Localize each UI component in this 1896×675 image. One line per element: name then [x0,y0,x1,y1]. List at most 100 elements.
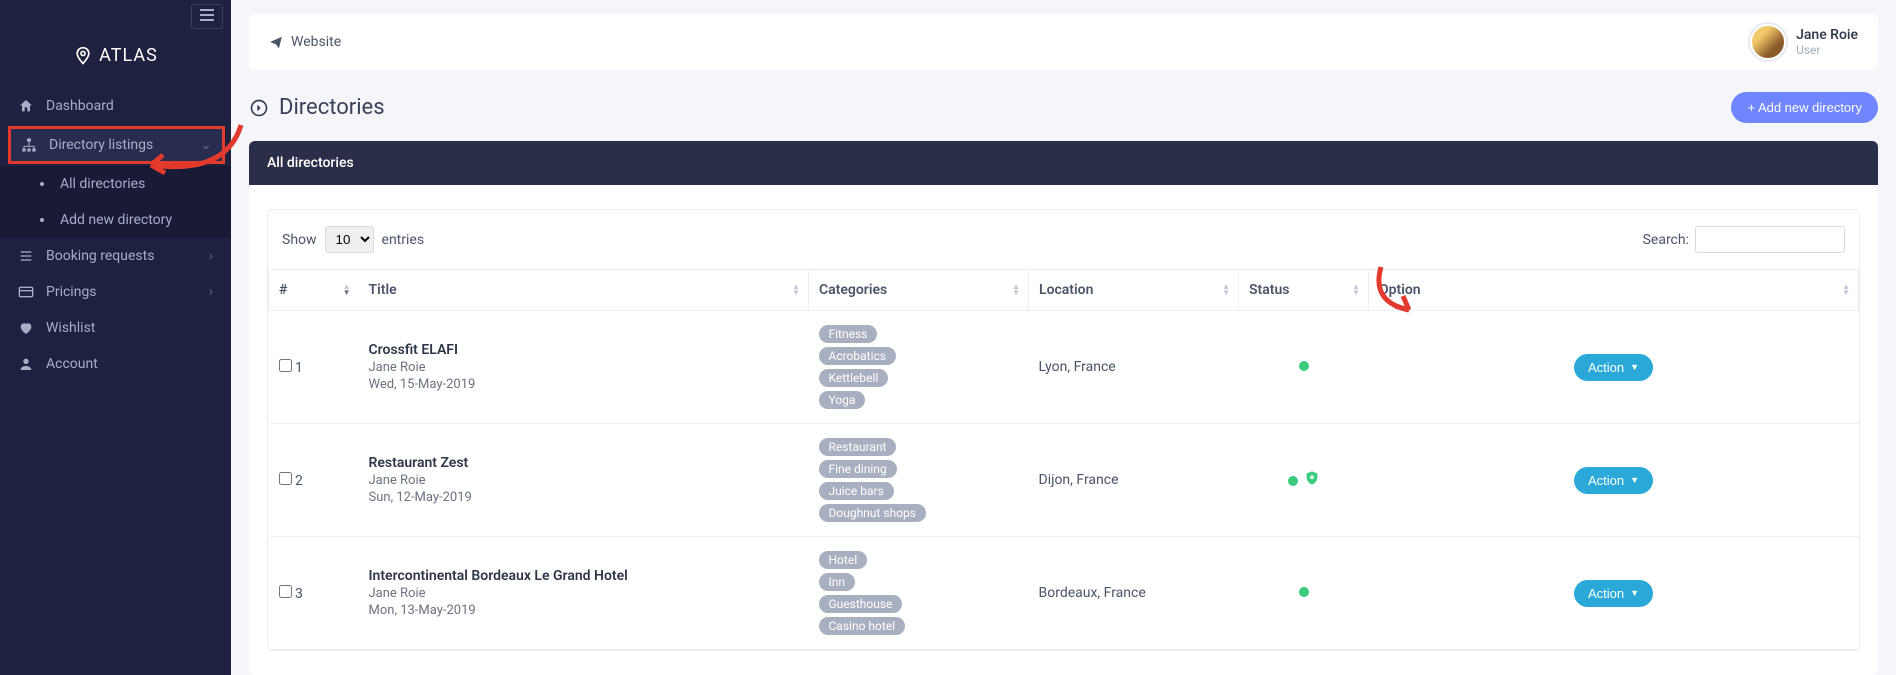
caret-down-icon: ▼ [1630,362,1639,372]
sidebar-item-label: Booking requests [46,248,154,264]
category-tag[interactable]: Yoga [819,391,866,409]
row-number: 3 [295,586,303,602]
chevron-down-icon: ⌄ [200,137,212,153]
row-title[interactable]: Crossfit ELAFI [369,342,799,358]
sidebar-subitem-add-new-directory[interactable]: Add new directory [0,202,231,238]
sidebar-item-account[interactable]: Account [0,346,231,382]
heart-icon [18,320,34,336]
card-header: All directories [249,141,1878,185]
chevron-right-icon: › [209,284,213,300]
bullet-icon [40,182,44,186]
sidebar-item-wishlist[interactable]: Wishlist [0,310,231,346]
column-header-title[interactable]: Title▲▼ [359,270,809,311]
sidebar-item-dashboard[interactable]: Dashboard [0,88,231,124]
table-row: 1Crossfit ELAFIJane RoieWed, 15-May-2019… [269,311,1859,424]
category-tag[interactable]: Fine dining [819,460,897,478]
category-tag[interactable]: Fitness [819,325,878,343]
profile-role: User [1796,43,1858,57]
caret-down-icon: ▼ [1630,588,1639,598]
entries-label: entries [382,232,425,248]
sidebar: ATLAS Dashboard Directory listings ⌄ All… [0,0,231,675]
row-title[interactable]: Intercontinental Bordeaux Le Grand Hotel [369,568,799,584]
sidebar-item-label: Account [46,356,98,372]
hamburger-icon [200,9,214,21]
category-tag[interactable]: Restaurant [819,438,897,456]
chevron-right-icon: › [209,248,213,264]
add-new-directory-button[interactable]: + Add new directory [1731,92,1878,123]
table-row: 2Restaurant ZestJane RoieSun, 12-May-201… [269,424,1859,537]
search-input[interactable] [1695,226,1845,253]
row-date: Wed, 15-May-2019 [369,377,799,392]
sidebar-item-label: Pricings [46,284,97,300]
column-header-categories[interactable]: Categories▲▼ [809,270,1029,311]
topbar: Website Jane Roie User [249,14,1878,70]
row-date: Mon, 13-May-2019 [369,603,799,618]
column-header-location[interactable]: Location▲▼ [1029,270,1239,311]
nav-list: Dashboard Directory listings ⌄ All direc… [0,88,231,382]
sidebar-toggle-button[interactable] [191,4,223,29]
table-row: 3 Intercontinental Bordeaux Le Grand Hote… [269,537,1859,650]
status-active-icon [1299,587,1309,597]
sidebar-subitem-label: All directories [60,176,145,192]
caret-down-icon: ▼ [1630,475,1639,485]
row-location: Dijon, France [1029,424,1239,537]
row-number: 2 [295,473,303,489]
row-checkbox[interactable] [279,472,292,485]
featured-shield-icon [1304,470,1320,486]
show-label: Show [282,232,317,248]
category-tag[interactable]: Doughnut shops [819,504,926,522]
user-icon [18,356,34,372]
row-checkbox[interactable] [279,359,292,372]
row-user: Jane Roie [369,586,799,601]
directories-table: #▲▼ Title▲▼ Categories▲▼ Location▲▼ Stat… [268,269,1859,650]
category-tag[interactable]: Kettlebell [819,369,889,387]
card-icon [18,284,34,300]
row-title[interactable]: Restaurant Zest [369,455,799,471]
category-tag[interactable]: Acrobatics [819,347,897,365]
entries-length: Show 10 entries [282,226,424,253]
sidebar-item-directory-listings[interactable]: Directory listings ⌄ [8,126,225,164]
category-tag[interactable]: Hotel [819,551,868,569]
row-location: Bordeaux, France [1029,537,1239,650]
avatar [1750,24,1786,60]
category-tag[interactable]: Juice bars [819,482,894,500]
category-tag[interactable]: Guesthouse [819,595,903,613]
page-size-select[interactable]: 10 [325,226,374,253]
sidebar-subitem-label: Add new directory [60,212,172,228]
action-dropdown-button[interactable]: Action▼ [1574,467,1653,494]
sidebar-item-label: Dashboard [46,98,114,114]
sidebar-subitem-all-directories[interactable]: All directories [0,166,231,202]
page-title: Directories [249,95,385,120]
status-active-icon [1299,361,1309,371]
sidebar-item-label: Wishlist [46,320,95,336]
arrow-circle-right-icon [249,98,269,118]
sitemap-icon [21,137,37,153]
brand[interactable]: ATLAS [0,29,231,88]
row-user: Jane Roie [369,473,799,488]
paper-plane-icon [269,35,283,49]
column-header-num[interactable]: #▲▼ [269,270,359,311]
sidebar-item-pricings[interactable]: Pricings › [0,274,231,310]
column-header-status[interactable]: Status▲▼ [1239,270,1369,311]
website-link[interactable]: Website [269,34,341,50]
profile-menu[interactable]: Jane Roie User [1750,24,1858,60]
row-location: Lyon, France [1029,311,1239,424]
action-dropdown-button[interactable]: Action▼ [1574,354,1653,381]
sidebar-submenu: All directories Add new directory [0,166,231,238]
brand-pin-icon [73,46,93,66]
sidebar-item-label: Directory listings [49,137,153,153]
action-dropdown-button[interactable]: Action▼ [1574,580,1653,607]
column-header-option[interactable]: Option▲▼ [1369,270,1859,311]
website-label: Website [291,34,341,50]
category-tag[interactable]: Casino hotel [819,617,906,635]
sidebar-item-booking-requests[interactable]: Booking requests › [0,238,231,274]
list-icon [18,248,34,264]
row-user: Jane Roie [369,360,799,375]
row-checkbox[interactable] [279,585,292,598]
status-active-icon [1288,476,1298,486]
brand-text: ATLAS [99,45,158,66]
search-label: Search: [1643,232,1689,248]
home-icon [18,98,34,114]
category-tag[interactable]: Inn [819,573,856,591]
bullet-icon [40,218,44,222]
